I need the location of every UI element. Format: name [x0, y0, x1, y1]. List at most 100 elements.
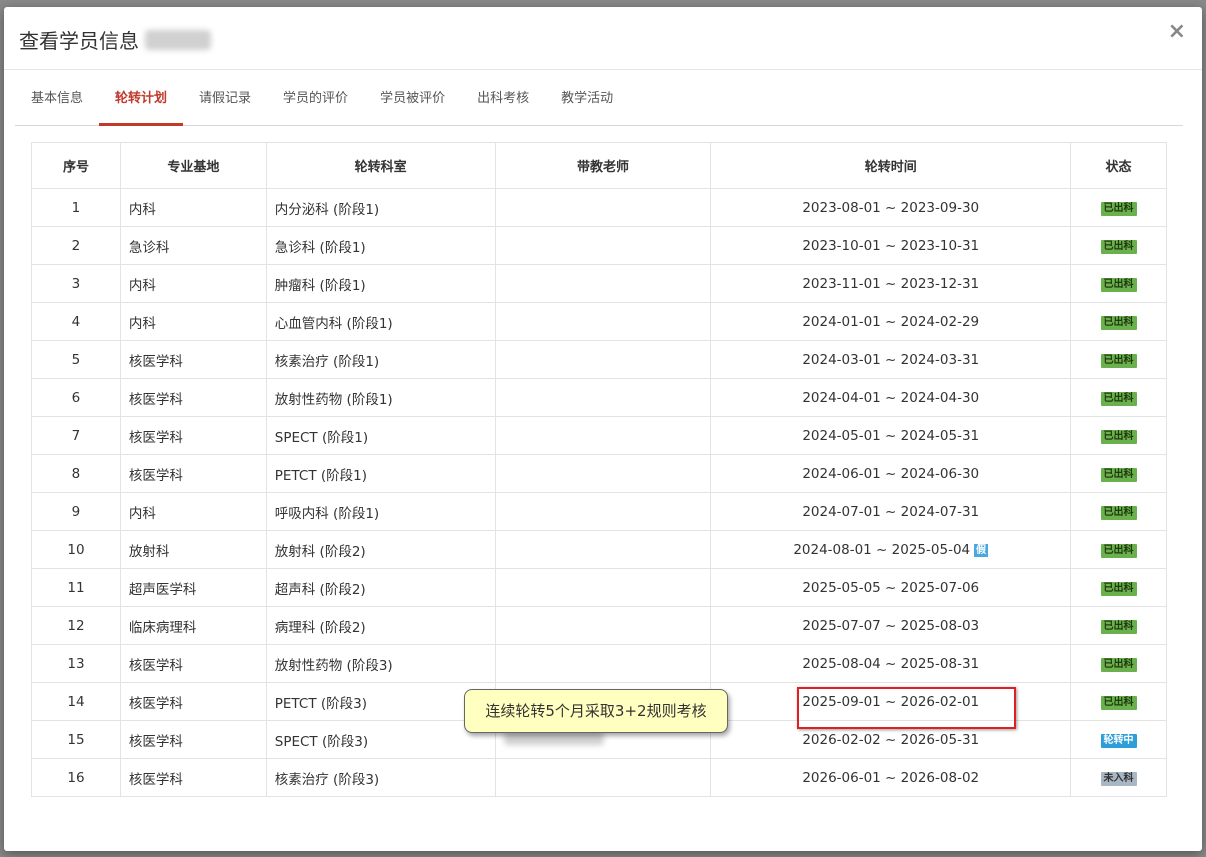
table-row: 9 内科 呼吸内科 (阶段1) 2024-07-01 ~ 2024-07-31 已出科 — [31, 492, 1167, 531]
row-no: 15 — [31, 720, 121, 759]
row-no: 4 — [31, 302, 121, 341]
row-status: 已出科 — [1070, 682, 1167, 721]
row-dept: 超声科 (阶段2) — [265, 568, 496, 607]
tab-student-evaluations[interactable]: 学员的评价 — [267, 84, 364, 125]
row-status: 已出科 — [1070, 188, 1167, 227]
row-time-text: 2023-08-01 ~ 2023-09-30 — [802, 199, 980, 216]
table-row: 10 放射科 放射科 (阶段2) 2024-08-01 ~ 2025-05-04 假 已出… — [31, 530, 1167, 569]
status-badge: 已出科 — [1100, 430, 1137, 444]
row-status: 已出科 — [1070, 644, 1167, 683]
leave-tag: 假 — [974, 543, 989, 557]
row-time: 2025-05-05 ~ 2025-07-06 — [710, 568, 1072, 607]
status-badge: 已出科 — [1100, 544, 1137, 558]
row-time: 2025-08-04 ~ 2025-08-31 — [710, 644, 1072, 683]
row-no: 2 — [31, 226, 121, 265]
rule-tooltip: 连续轮转5个月采取3+2规则考核 — [464, 689, 728, 733]
row-time-text: 2025-07-07 ~ 2025-08-03 — [802, 617, 980, 634]
status-badge: 已出科 — [1100, 696, 1137, 710]
tab-student-evaluated[interactable]: 学员被评价 — [364, 84, 461, 125]
table-row: 13 核医学科 放射性药物 (阶段3) 2025-08-04 ~ 2025-08-31… — [31, 644, 1167, 683]
table-header-row: 序号 专业基地 轮转科室 带教老师 轮转时间 状态 — [31, 142, 1167, 189]
row-base: 内科 — [119, 264, 267, 303]
table-row: 4 内科 心血管内科 (阶段1) 2024-01-01 ~ 2024-02-29 已出科 — [31, 302, 1167, 341]
row-dept: 核素治疗 (阶段3) — [265, 758, 496, 797]
tab-exit-exam[interactable]: 出科考核 — [461, 84, 545, 125]
status-badge: 已出科 — [1100, 582, 1137, 596]
tab-teaching-activities[interactable]: 教学活动 — [545, 84, 629, 125]
row-no: 11 — [31, 568, 121, 607]
row-no: 8 — [31, 454, 121, 493]
row-dept: SPECT (阶段3) — [265, 720, 496, 759]
row-base: 超声医学科 — [119, 568, 267, 607]
row-dept: 放射性药物 (阶段3) — [265, 644, 496, 683]
row-base: 急诊科 — [119, 226, 267, 265]
row-base: 核医学科 — [119, 454, 267, 493]
row-dept: PETCT (阶段3) — [265, 682, 496, 721]
row-status: 已出科 — [1070, 226, 1167, 265]
row-base: 核医学科 — [119, 644, 267, 683]
row-no: 7 — [31, 416, 121, 455]
student-name-redacted — [145, 30, 211, 50]
row-dept: 内分泌科 (阶段1) — [265, 188, 496, 227]
row-dept: 急诊科 (阶段1) — [265, 226, 496, 265]
tab-basic-info[interactable]: 基本信息 — [15, 84, 99, 125]
highlight-box — [797, 687, 1016, 729]
row-status: 轮转中 — [1070, 720, 1167, 759]
table-row: 6 核医学科 放射性药物 (阶段1) 2024-04-01 ~ 2024-04-30 已… — [31, 378, 1167, 417]
header-teacher: 带教老师 — [494, 142, 712, 189]
row-time: 2024-06-01 ~ 2024-06-30 — [710, 454, 1072, 493]
row-time: 2024-07-01 ~ 2024-07-31 — [710, 492, 1072, 531]
row-base: 内科 — [119, 188, 267, 227]
status-badge: 已出科 — [1100, 392, 1137, 406]
close-button[interactable]: × — [1168, 21, 1186, 43]
row-base: 核医学科 — [119, 758, 267, 797]
row-no: 10 — [31, 530, 121, 569]
status-badge: 轮转中 — [1100, 734, 1137, 748]
row-teacher — [494, 226, 712, 265]
row-no: 6 — [31, 378, 121, 417]
table-row: 1 内科 内分泌科 (阶段1) 2023-08-01 ~ 2023-09-30 已出科 — [31, 188, 1167, 227]
row-no: 3 — [31, 264, 121, 303]
table-row: 2 急诊科 急诊科 (阶段1) 2023-10-01 ~ 2023-10-31 已出科 — [31, 226, 1167, 265]
status-badge: 已出科 — [1100, 658, 1137, 672]
row-base: 核医学科 — [119, 378, 267, 417]
row-teacher — [494, 416, 712, 455]
row-teacher — [494, 644, 712, 683]
row-dept: PETCT (阶段1) — [265, 454, 496, 493]
row-teacher — [494, 454, 712, 493]
row-base: 核医学科 — [119, 416, 267, 455]
row-time-text: 2023-11-01 ~ 2023-12-31 — [802, 275, 980, 292]
row-time: 2023-08-01 ~ 2023-09-30 — [710, 188, 1072, 227]
row-time-text: 2024-04-01 ~ 2024-04-30 — [802, 389, 980, 406]
row-time-text: 2026-02-02 ~ 2026-05-31 — [802, 731, 980, 748]
modal-title: 查看学员信息 — [19, 25, 211, 54]
row-time: 2024-03-01 ~ 2024-03-31 — [710, 340, 1072, 379]
row-time: 2026-06-01 ~ 2026-08-02 — [710, 758, 1072, 797]
tab-leave-records[interactable]: 请假记录 — [183, 84, 267, 125]
row-dept: 病理科 (阶段2) — [265, 606, 496, 645]
row-teacher — [494, 378, 712, 417]
row-base: 临床病理科 — [119, 606, 267, 645]
table-row: 12 临床病理科 病理科 (阶段2) 2025-07-07 ~ 2025-08-03 已… — [31, 606, 1167, 645]
row-base: 内科 — [119, 302, 267, 341]
row-time-text: 2024-03-01 ~ 2024-03-31 — [802, 351, 980, 368]
row-time-text: 2023-10-01 ~ 2023-10-31 — [802, 237, 980, 254]
row-time-text: 2024-06-01 ~ 2024-06-30 — [802, 465, 980, 482]
row-status: 未入科 — [1070, 758, 1167, 797]
table-row: 7 核医学科 SPECT (阶段1) 2024-05-01 ~ 2024-05-31 已… — [31, 416, 1167, 455]
row-status: 已出科 — [1070, 264, 1167, 303]
tab-rotation-plan[interactable]: 轮转计划 — [99, 84, 184, 126]
header-base: 专业基地 — [119, 142, 267, 189]
row-status: 已出科 — [1070, 568, 1167, 607]
row-teacher — [494, 188, 712, 227]
row-time: 2024-08-01 ~ 2025-05-04 假 — [710, 530, 1072, 569]
row-no: 13 — [31, 644, 121, 683]
table-row: 5 核医学科 核素治疗 (阶段1) 2024-03-01 ~ 2024-03-31 已出… — [31, 340, 1167, 379]
status-badge: 已出科 — [1100, 354, 1137, 368]
row-teacher — [494, 302, 712, 341]
table-row: 11 超声医学科 超声科 (阶段2) 2025-05-05 ~ 2025-07-06 已… — [31, 568, 1167, 607]
row-no: 14 — [31, 682, 121, 721]
status-badge: 未入科 — [1100, 772, 1137, 786]
row-status: 已出科 — [1070, 530, 1167, 569]
row-time-text: 2024-08-01 ~ 2025-05-04 — [793, 541, 971, 558]
